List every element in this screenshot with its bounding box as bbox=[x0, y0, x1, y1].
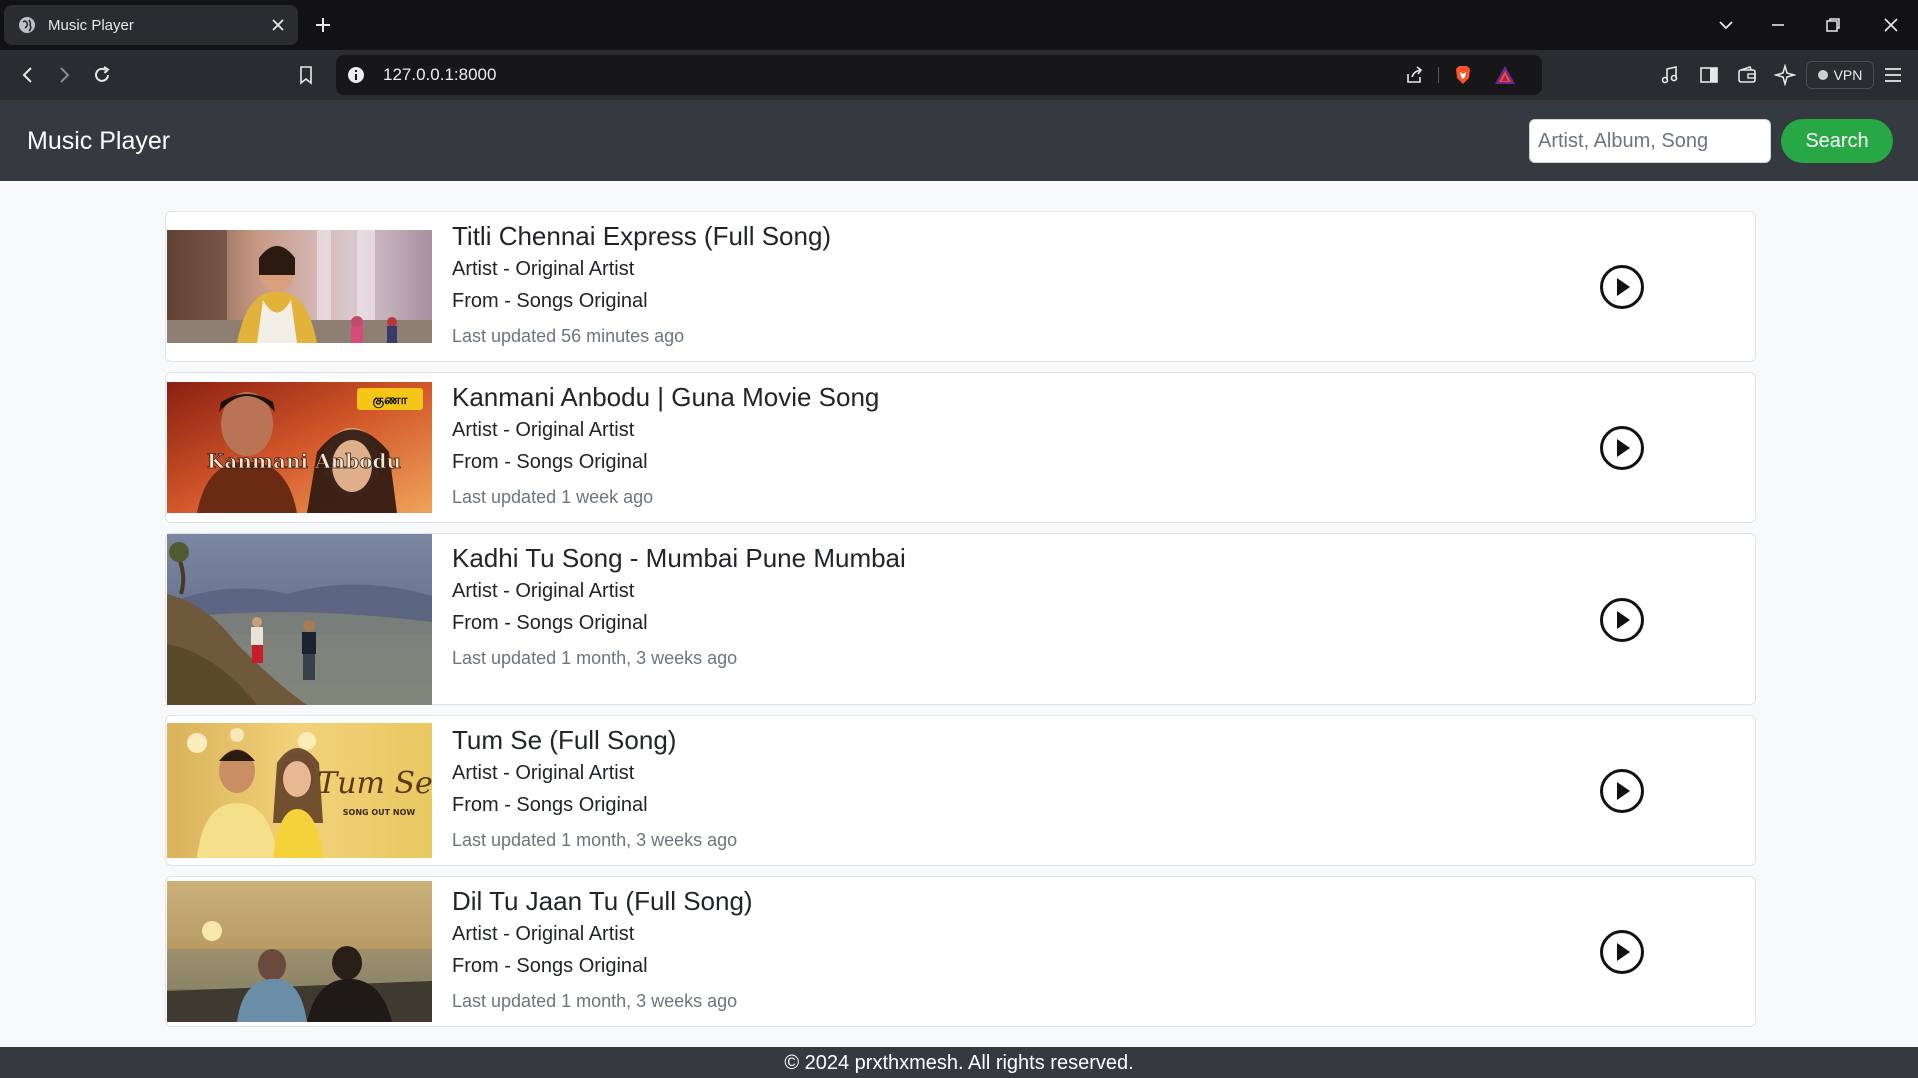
song-info: Tum Se (Full Song) Artist - Original Art… bbox=[452, 725, 737, 852]
svg-text:குணா: குணா bbox=[373, 393, 408, 408]
wallet-icon[interactable] bbox=[1736, 64, 1758, 86]
song-thumbnail bbox=[167, 534, 432, 705]
info-icon[interactable] bbox=[346, 65, 366, 85]
song-card: Tum Se SONG OUT NOW Tum Se (Full Song) A… bbox=[165, 715, 1756, 866]
close-icon[interactable] bbox=[270, 17, 286, 33]
globe-icon bbox=[19, 17, 35, 33]
share-icon[interactable] bbox=[1404, 65, 1424, 85]
address-bar[interactable]: 127.0.0.1:8000 bbox=[336, 55, 1542, 95]
thumb-text: Tum Se bbox=[317, 766, 432, 801]
play-icon[interactable] bbox=[1599, 597, 1645, 643]
vpn-label: VPN bbox=[1833, 67, 1863, 83]
song-artist: Artist - Original Artist bbox=[452, 419, 635, 441]
new-tab-icon[interactable] bbox=[312, 14, 334, 36]
menu-icon[interactable] bbox=[1882, 64, 1904, 86]
song-album: From - Songs Original bbox=[452, 290, 648, 312]
song-info: Dil Tu Jaan Tu (Full Song) Artist - Orig… bbox=[452, 886, 753, 1013]
song-artist: Artist - Original Artist bbox=[452, 923, 635, 945]
back-icon[interactable] bbox=[17, 64, 39, 86]
song-info: Kanmani Anbodu | Guna Movie Song Artist … bbox=[452, 382, 879, 509]
browser-tab-bar: Music Player bbox=[0, 0, 1918, 50]
song-card: Titli Chennai Express (Full Song) Artist… bbox=[165, 211, 1756, 362]
song-card: Kadhi Tu Song - Mumbai Pune Mumbai Artis… bbox=[165, 533, 1756, 705]
song-card: Dil Tu Jaan Tu (Full Song) Artist - Orig… bbox=[165, 876, 1756, 1027]
song-updated: Last updated 1 week ago bbox=[452, 487, 654, 507]
window-close-icon[interactable] bbox=[1880, 14, 1902, 36]
song-updated: Last updated 1 month, 3 weeks ago bbox=[452, 991, 738, 1011]
song-title[interactable]: Titli Chennai Express (Full Song) bbox=[452, 221, 831, 251]
search-input[interactable] bbox=[1529, 119, 1771, 163]
restore-icon[interactable] bbox=[1822, 14, 1844, 36]
song-thumbnail bbox=[167, 881, 432, 1022]
browser-toolbar: 127.0.0.1:8000 VPN bbox=[0, 50, 1918, 100]
song-info: Kadhi Tu Song - Mumbai Pune Mumbai Artis… bbox=[452, 543, 906, 670]
thumb-text: Kanmani Anbodu bbox=[207, 449, 401, 473]
app-navbar: Music Player Search bbox=[0, 100, 1918, 181]
song-thumbnail: Tum Se SONG OUT NOW bbox=[167, 723, 432, 858]
thumb-subtext: SONG OUT NOW bbox=[343, 808, 416, 817]
browser-tab-title: Music Player bbox=[48, 16, 134, 34]
song-title[interactable]: Kadhi Tu Song - Mumbai Pune Mumbai bbox=[452, 543, 906, 573]
leo-ai-icon[interactable] bbox=[1774, 64, 1796, 86]
footer-text: © 2024 prxthxmesh. All rights reserved. bbox=[784, 1052, 1134, 1074]
song-updated: Last updated 1 month, 3 weeks ago bbox=[452, 648, 738, 668]
song-artist: Artist - Original Artist bbox=[452, 258, 635, 280]
song-thumbnail bbox=[167, 230, 432, 343]
song-updated: Last updated 56 minutes ago bbox=[452, 326, 685, 346]
song-title[interactable]: Dil Tu Jaan Tu (Full Song) bbox=[452, 886, 753, 916]
song-album: From - Songs Original bbox=[452, 612, 648, 634]
rewards-icon[interactable] bbox=[1494, 65, 1516, 85]
chevron-down-icon[interactable] bbox=[1715, 14, 1737, 36]
song-thumbnail: குணா Kanmani Anbodu bbox=[167, 382, 432, 513]
minimize-icon[interactable] bbox=[1767, 14, 1789, 36]
song-album: From - Songs Original bbox=[452, 451, 648, 473]
play-icon[interactable] bbox=[1599, 264, 1645, 310]
reload-icon[interactable] bbox=[91, 64, 113, 86]
browser-tab[interactable]: Music Player bbox=[4, 5, 298, 45]
forward-icon[interactable] bbox=[53, 64, 75, 86]
play-icon[interactable] bbox=[1599, 929, 1645, 975]
song-updated: Last updated 1 month, 3 weeks ago bbox=[452, 830, 738, 850]
app-brand[interactable]: Music Player bbox=[27, 126, 170, 156]
page-footer: © 2024 prxthxmesh. All rights reserved. bbox=[0, 1047, 1918, 1078]
brave-shields-icon[interactable] bbox=[1452, 64, 1474, 86]
play-icon[interactable] bbox=[1599, 425, 1645, 471]
song-artist: Artist - Original Artist bbox=[452, 580, 635, 602]
sidebar-icon[interactable] bbox=[1698, 64, 1720, 86]
song-info: Titli Chennai Express (Full Song) Artist… bbox=[452, 221, 831, 348]
vpn-status-icon bbox=[1817, 70, 1828, 80]
song-album: From - Songs Original bbox=[452, 955, 648, 977]
vpn-button[interactable]: VPN bbox=[1806, 61, 1874, 89]
url-text[interactable]: 127.0.0.1:8000 bbox=[383, 65, 496, 85]
music-note-icon[interactable] bbox=[1659, 64, 1681, 86]
search-button[interactable]: Search bbox=[1781, 119, 1893, 163]
song-title[interactable]: Kanmani Anbodu | Guna Movie Song bbox=[452, 382, 879, 412]
song-artist: Artist - Original Artist bbox=[452, 762, 635, 784]
url-divider bbox=[1438, 67, 1439, 83]
song-title[interactable]: Tum Se (Full Song) bbox=[452, 725, 737, 755]
song-card: குணா Kanmani Anbodu Kanmani Anbodu | Gun… bbox=[165, 372, 1756, 523]
song-album: From - Songs Original bbox=[452, 794, 648, 816]
play-icon[interactable] bbox=[1599, 768, 1645, 814]
bookmark-icon[interactable] bbox=[295, 64, 317, 86]
